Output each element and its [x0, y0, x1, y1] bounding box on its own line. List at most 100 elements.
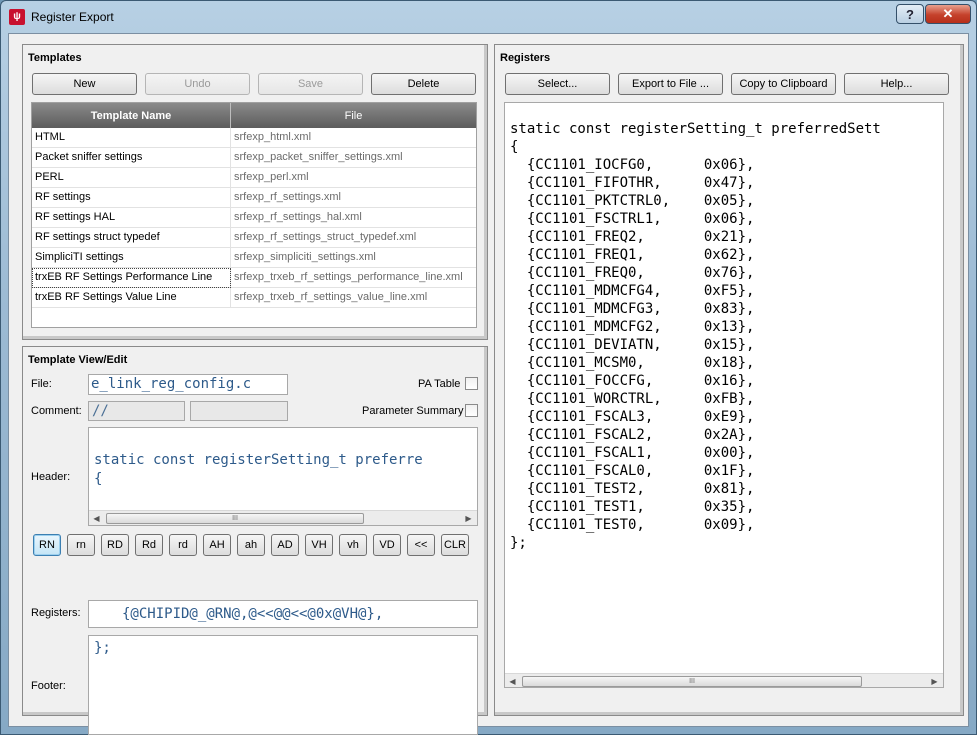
footer-line: }; — [94, 640, 111, 656]
registers-template-input[interactable]: {@CHIPID@_@RN@,@<<@@<<@0x@VH@}, — [88, 600, 478, 628]
client-area: Templates New Undo Save Delete Template … — [8, 33, 969, 735]
token-button-9[interactable]: vh — [339, 534, 367, 556]
token-button-4[interactable]: rd — [169, 534, 197, 556]
window-title: Register Export — [31, 10, 114, 24]
template-name-cell: HTML — [32, 128, 231, 148]
output-horizontal-scrollbar[interactable]: ◀ III ▶ — [505, 673, 943, 687]
table-row[interactable]: RF settings srfexp_rf_settings.xml — [32, 188, 476, 208]
template-file-cell: srfexp_perl.xml — [234, 171, 309, 183]
templates-title: Templates — [28, 52, 82, 64]
copy-to-clipboard-button[interactable]: Copy to Clipboard — [731, 73, 836, 95]
code-line: {CC1101_FIFOTHR, 0x47}, — [510, 175, 755, 191]
token-button-1[interactable]: rn — [67, 534, 95, 556]
templates-table: Template Name File HTML srfexp_html.xml Pa… — [31, 102, 477, 328]
footer-label: Footer: — [31, 680, 66, 692]
token-button-6[interactable]: ah — [237, 534, 265, 556]
token-button-2[interactable]: RD — [101, 534, 129, 556]
template-name-cell: SimpliciTI settings — [32, 248, 231, 268]
code-line: {CC1101_FREQ0, 0x76}, — [510, 265, 755, 281]
save-button[interactable]: Save — [258, 73, 363, 95]
comment-label: Comment: — [31, 405, 82, 417]
code-line: { — [510, 139, 519, 155]
table-row[interactable]: PERL srfexp_perl.xml — [32, 168, 476, 188]
code-line: {CC1101_FSCAL3, 0xE9}, — [510, 409, 755, 425]
footer-textarea[interactable]: }; — [88, 635, 478, 735]
registers-output[interactable]: static const registerSetting_t preferred… — [504, 102, 944, 688]
template-file-cell: srfexp_rf_settings.xml — [234, 191, 341, 203]
code-line: {CC1101_MCSM0, 0x18}, — [510, 355, 755, 371]
scroll-right-arrow-icon[interactable]: ▶ — [461, 511, 476, 525]
code-line: {CC1101_PKTCTRL0, 0x05}, — [510, 193, 755, 209]
help-title-button[interactable]: ? — [896, 4, 924, 24]
new-template-button[interactable]: New — [32, 73, 137, 95]
table-row[interactable]: HTML srfexp_html.xml — [32, 128, 476, 148]
table-row[interactable]: SimpliciTI settings srfexp_simpliciti_set… — [32, 248, 476, 268]
scroll-left-arrow-icon[interactable]: ◀ — [505, 674, 520, 687]
table-row[interactable]: Packet sniffer settings srfexp_packet_sni… — [32, 148, 476, 168]
header-line: { — [94, 471, 103, 487]
column-header-name[interactable]: Template Name — [32, 103, 231, 128]
code-line: {CC1101_FSCAL2, 0x2A}, — [510, 427, 755, 443]
close-button[interactable]: ✕ — [925, 4, 971, 24]
help-button[interactable]: Help... — [844, 73, 949, 95]
template-view-panel: Template View/Edit File: e_link_reg_conf… — [22, 346, 488, 735]
registers-label: Registers: — [31, 607, 81, 619]
token-button-0[interactable]: RN — [33, 534, 61, 556]
header-horizontal-scrollbar[interactable]: ◀ III ▶ — [89, 510, 477, 525]
undo-button[interactable]: Undo — [145, 73, 250, 95]
code-line: }; — [510, 535, 527, 551]
export-to-file-button[interactable]: Export to File ... — [618, 73, 723, 95]
scroll-thumb[interactable]: III — [106, 513, 364, 524]
register-export-window: ψ Register Export ? ✕ Templates New Undo… — [0, 0, 977, 735]
comment-end-field[interactable] — [190, 401, 288, 421]
template-file-cell: srfexp_trxeb_rf_settings_value_line.xml — [234, 291, 428, 303]
code-block: static const registerSetting_t preferred… — [510, 120, 881, 552]
comment-start-field[interactable]: // — [88, 401, 185, 421]
code-line: static const registerSetting_t preferred… — [510, 121, 881, 137]
column-header-file[interactable]: File — [231, 103, 476, 128]
code-line: {CC1101_TEST1, 0x35}, — [510, 499, 755, 515]
template-name-cell: trxEB RF Settings Performance Line — [32, 268, 231, 288]
table-row[interactable]: trxEB RF Settings Value Line srfexp_trxeb… — [32, 288, 476, 308]
table-row[interactable]: trxEB RF Settings Performance Line srfexp… — [32, 268, 476, 288]
scroll-left-arrow-icon[interactable]: ◀ — [89, 511, 104, 525]
table-row[interactable]: RF settings struct typedef srfexp_rf_sett… — [32, 228, 476, 248]
select-button[interactable]: Select... — [505, 73, 610, 95]
registers-title: Registers — [500, 52, 551, 64]
token-button-3[interactable]: Rd — [135, 534, 163, 556]
delete-button[interactable]: Delete — [371, 73, 476, 95]
template-file-cell: srfexp_simpliciti_settings.xml — [234, 251, 376, 263]
template-name-cell: trxEB RF Settings Value Line — [32, 288, 231, 308]
template-name-cell: Packet sniffer settings — [32, 148, 231, 168]
token-button-12[interactable]: CLR — [441, 534, 469, 556]
code-line: {CC1101_MDMCFG4, 0xF5}, — [510, 283, 755, 299]
scroll-thumb[interactable]: III — [522, 676, 862, 687]
token-button-7[interactable]: AD — [271, 534, 299, 556]
token-button-5[interactable]: AH — [203, 534, 231, 556]
parameter-summary-label: Parameter Summary — [362, 405, 464, 417]
ti-logo-icon: ψ — [9, 9, 25, 25]
file-label: File: — [31, 378, 52, 390]
token-button-8[interactable]: VH — [305, 534, 333, 556]
token-button-11[interactable]: << — [407, 534, 435, 556]
code-line: {CC1101_TEST0, 0x09}, — [510, 517, 755, 533]
table-row[interactable]: RF settings HAL srfexp_rf_settings_hal.xm… — [32, 208, 476, 228]
code-line: {CC1101_WORCTRL, 0xFB}, — [510, 391, 755, 407]
code-line: {CC1101_IOCFG0, 0x06}, — [510, 157, 755, 173]
pa-table-label: PA Table — [418, 378, 461, 390]
code-line: {CC1101_FSCAL1, 0x00}, — [510, 445, 755, 461]
token-button-10[interactable]: VD — [373, 534, 401, 556]
code-line: {CC1101_FREQ1, 0x62}, — [510, 247, 755, 263]
file-input[interactable]: e_link_reg_config.c — [88, 374, 288, 395]
templates-panel: Templates New Undo Save Delete Template … — [22, 44, 488, 340]
header-textarea[interactable]: static const registerSetting_t preferre … — [88, 427, 478, 526]
header-line: static const registerSetting_t preferre — [94, 452, 423, 468]
template-name-cell: RF settings HAL — [32, 208, 231, 228]
pa-table-checkbox[interactable] — [465, 377, 478, 390]
code-line: {CC1101_MDMCFG3, 0x83}, — [510, 301, 755, 317]
scroll-right-arrow-icon[interactable]: ▶ — [927, 674, 942, 687]
parameter-summary-checkbox[interactable] — [465, 404, 478, 417]
template-file-cell: srfexp_html.xml — [234, 131, 312, 143]
template-file-cell: srfexp_packet_sniffer_settings.xml — [234, 151, 403, 163]
header-label: Header: — [31, 471, 71, 483]
